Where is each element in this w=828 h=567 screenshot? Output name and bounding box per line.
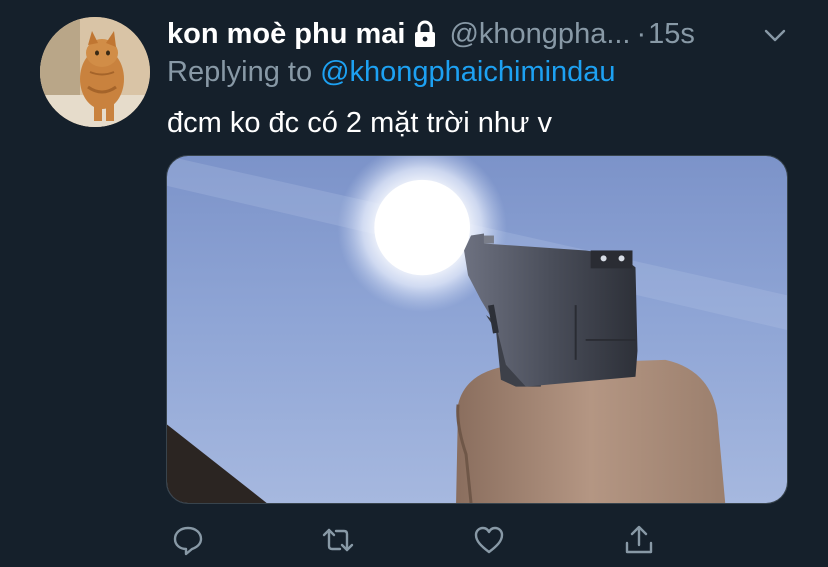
tweet-header: kon moè phu mai @khongpha... · 15s bbox=[167, 14, 798, 54]
tweet-media-image[interactable] bbox=[166, 155, 788, 504]
replying-to-link[interactable]: @khongphaichimindau bbox=[320, 56, 615, 88]
user-handle[interactable]: @khongpha... bbox=[449, 18, 630, 51]
retweet-icon bbox=[322, 528, 354, 552]
reply-button[interactable] bbox=[166, 518, 210, 562]
tweet-actions bbox=[166, 518, 666, 562]
share-icon bbox=[625, 525, 653, 554]
share-button[interactable] bbox=[617, 518, 661, 562]
avatar[interactable] bbox=[40, 17, 150, 127]
lock-icon bbox=[413, 20, 437, 48]
display-name[interactable]: kon moè phu mai bbox=[167, 18, 405, 51]
separator-dot: · bbox=[636, 17, 647, 50]
like-button[interactable] bbox=[467, 518, 511, 562]
tweet-text: đcm ko đc có 2 mặt trời như v bbox=[167, 107, 552, 139]
replying-to-line: Replying to @khongphaichimindau bbox=[167, 56, 616, 89]
chevron-down-icon[interactable] bbox=[762, 22, 788, 48]
heart-icon bbox=[474, 526, 504, 554]
avatar-cat-image bbox=[40, 17, 150, 127]
retweet-button[interactable] bbox=[316, 518, 360, 562]
replying-to-label: Replying to bbox=[167, 56, 313, 88]
comment-icon bbox=[173, 526, 203, 556]
timestamp[interactable]: 15s bbox=[648, 18, 695, 51]
photo-sun-and-pistol bbox=[167, 156, 787, 503]
